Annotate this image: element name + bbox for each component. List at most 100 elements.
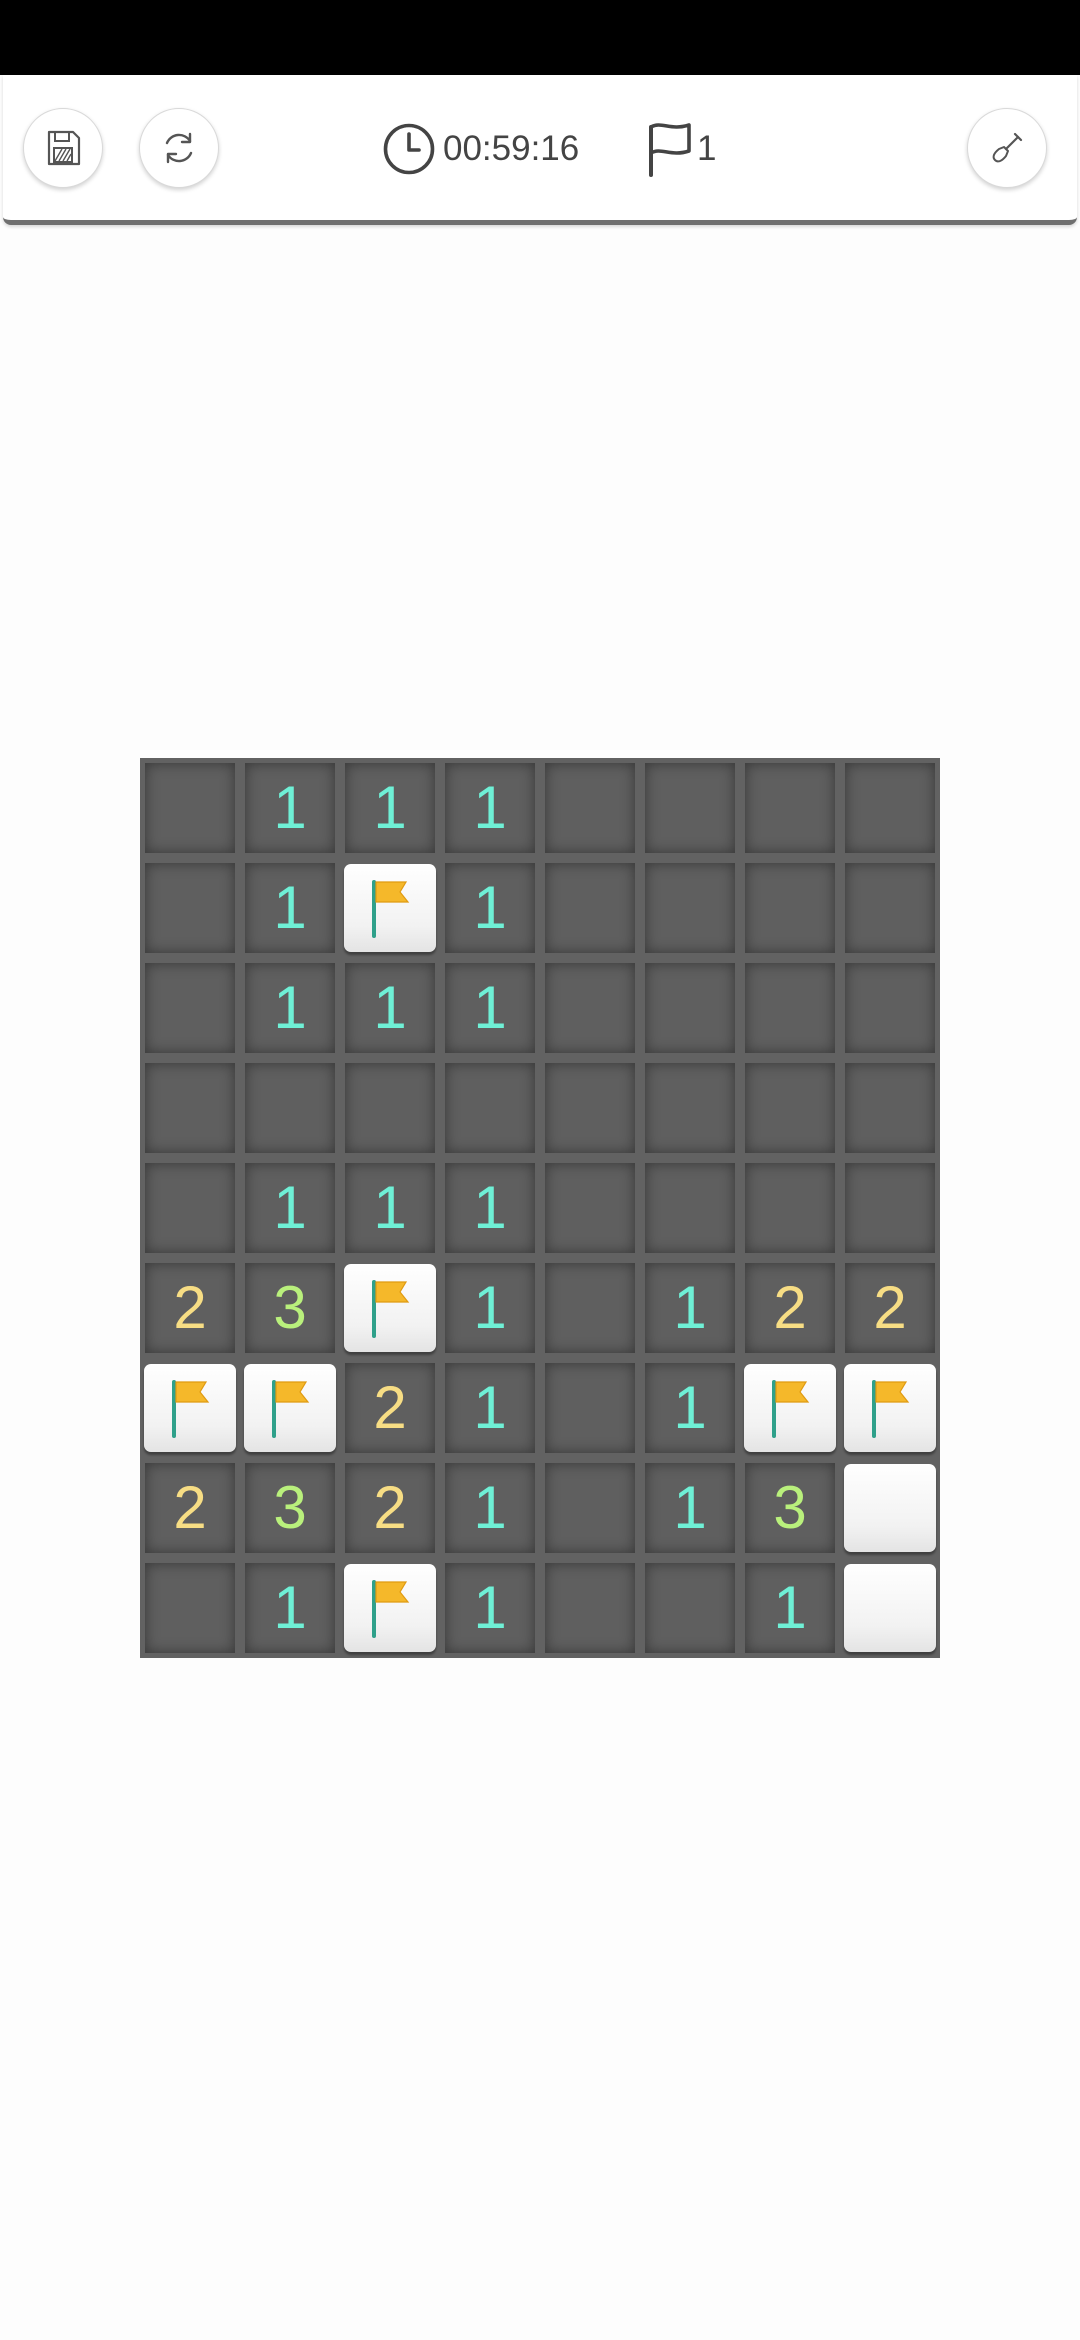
number-cell[interactable]: 1 <box>440 758 540 858</box>
empty-cell[interactable] <box>540 758 640 858</box>
empty-cell[interactable] <box>640 1158 740 1258</box>
number-cell[interactable]: 2 <box>140 1458 240 1558</box>
empty-cell[interactable] <box>540 1558 640 1658</box>
flag-icon <box>172 1380 210 1438</box>
flagged-cell[interactable] <box>340 1558 440 1658</box>
number-cell[interactable]: 2 <box>140 1258 240 1358</box>
empty-cell[interactable] <box>140 758 240 858</box>
empty-cell[interactable] <box>640 758 740 858</box>
empty-cell[interactable] <box>540 858 640 958</box>
number-cell[interactable]: 1 <box>440 958 540 1058</box>
empty-cell[interactable] <box>740 858 840 958</box>
empty-cell[interactable] <box>540 1358 640 1458</box>
revealed-tile <box>545 863 635 953</box>
save-button[interactable] <box>23 108 103 188</box>
empty-cell[interactable] <box>840 958 940 1058</box>
number-cell[interactable]: 1 <box>240 1158 340 1258</box>
flagged-cell[interactable] <box>140 1358 240 1458</box>
number-cell[interactable]: 1 <box>440 858 540 958</box>
save-icon <box>47 130 81 166</box>
empty-cell[interactable] <box>440 1058 540 1158</box>
cell-number: 1 <box>445 763 535 853</box>
empty-cell[interactable] <box>240 1058 340 1158</box>
number-cell[interactable]: 1 <box>640 1258 740 1358</box>
empty-cell[interactable] <box>140 1158 240 1258</box>
empty-cell[interactable] <box>740 1058 840 1158</box>
empty-cell[interactable] <box>640 958 740 1058</box>
number-cell[interactable]: 1 <box>340 758 440 858</box>
covered-tile <box>844 1564 936 1652</box>
empty-cell[interactable] <box>140 858 240 958</box>
cell-number: 1 <box>645 1263 735 1353</box>
number-cell[interactable]: 1 <box>340 958 440 1058</box>
empty-cell[interactable] <box>840 1158 940 1258</box>
number-cell[interactable]: 1 <box>240 858 340 958</box>
number-cell[interactable]: 3 <box>740 1458 840 1558</box>
number-cell[interactable]: 1 <box>440 1458 540 1558</box>
empty-cell[interactable] <box>140 1058 240 1158</box>
empty-cell[interactable] <box>140 1558 240 1658</box>
number-cell[interactable]: 1 <box>440 1558 540 1658</box>
number-cell[interactable]: 2 <box>340 1358 440 1458</box>
flagged-cell[interactable] <box>340 858 440 958</box>
flag-icon <box>772 1380 810 1438</box>
empty-cell[interactable] <box>740 958 840 1058</box>
number-cell[interactable]: 3 <box>240 1258 340 1358</box>
dig-mode-button[interactable] <box>967 108 1047 188</box>
clock-icon <box>383 123 435 175</box>
empty-cell[interactable] <box>540 1158 640 1258</box>
flag-counter: 1 <box>645 121 716 177</box>
revealed-tile <box>545 1263 635 1353</box>
empty-cell[interactable] <box>340 1058 440 1158</box>
revealed-tile <box>445 1063 535 1153</box>
number-cell[interactable]: 1 <box>240 958 340 1058</box>
empty-cell[interactable] <box>840 858 940 958</box>
number-cell[interactable]: 1 <box>440 1358 540 1458</box>
flagged-cell[interactable] <box>740 1358 840 1458</box>
number-cell[interactable]: 1 <box>440 1158 540 1258</box>
cell-number: 1 <box>345 763 435 853</box>
number-cell[interactable]: 1 <box>740 1558 840 1658</box>
empty-cell[interactable] <box>840 758 940 858</box>
cell-number: 2 <box>145 1263 235 1353</box>
flagged-tile <box>744 1364 836 1452</box>
number-cell[interactable]: 1 <box>240 1558 340 1658</box>
number-cell[interactable]: 1 <box>340 1158 440 1258</box>
covered-cell[interactable] <box>840 1558 940 1658</box>
restart-button[interactable] <box>139 108 219 188</box>
revealed-tile <box>345 1063 435 1153</box>
empty-cell[interactable] <box>540 1258 640 1358</box>
number-cell[interactable]: 3 <box>240 1458 340 1558</box>
empty-cell[interactable] <box>540 1458 640 1558</box>
number-cell[interactable]: 2 <box>740 1258 840 1358</box>
empty-cell[interactable] <box>740 758 840 858</box>
empty-cell[interactable] <box>640 1058 740 1158</box>
cell-number: 1 <box>345 1163 435 1253</box>
flag-icon <box>372 1580 410 1638</box>
empty-cell[interactable] <box>540 1058 640 1158</box>
empty-cell[interactable] <box>840 1058 940 1158</box>
number-cell[interactable]: 1 <box>640 1358 740 1458</box>
empty-cell[interactable] <box>640 1558 740 1658</box>
cell-number: 1 <box>445 1563 535 1653</box>
cell-number: 2 <box>845 1263 935 1353</box>
empty-cell[interactable] <box>140 958 240 1058</box>
number-cell[interactable]: 2 <box>340 1458 440 1558</box>
empty-cell[interactable] <box>740 1158 840 1258</box>
flagged-cell[interactable] <box>240 1358 340 1458</box>
flagged-tile <box>244 1364 336 1452</box>
revealed-tile <box>545 1063 635 1153</box>
covered-cell[interactable] <box>840 1458 940 1558</box>
cell-number: 1 <box>445 863 535 953</box>
flagged-cell[interactable] <box>840 1358 940 1458</box>
empty-cell[interactable] <box>640 858 740 958</box>
flagged-cell[interactable] <box>340 1258 440 1358</box>
covered-tile <box>844 1464 936 1552</box>
empty-cell[interactable] <box>540 958 640 1058</box>
number-cell[interactable]: 2 <box>840 1258 940 1358</box>
revealed-tile <box>145 1163 235 1253</box>
revealed-tile <box>745 963 835 1053</box>
number-cell[interactable]: 1 <box>240 758 340 858</box>
number-cell[interactable]: 1 <box>440 1258 540 1358</box>
number-cell[interactable]: 1 <box>640 1458 740 1558</box>
